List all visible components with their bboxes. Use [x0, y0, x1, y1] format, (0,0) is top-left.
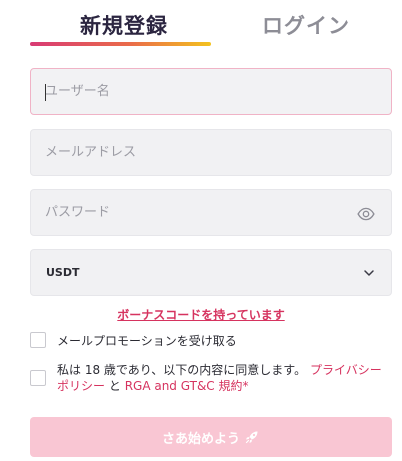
active-tab-indicator	[30, 42, 211, 46]
rocket-icon	[245, 431, 258, 444]
chevron-down-icon	[364, 270, 374, 276]
text-caret	[45, 84, 46, 101]
promo-checkbox[interactable]	[30, 332, 46, 348]
auth-tabs: 新規登録 ログイン	[0, 0, 402, 52]
currency-selected-value: USDT	[46, 266, 80, 279]
username-input[interactable]	[31, 69, 391, 114]
eye-icon[interactable]	[357, 205, 375, 223]
rga-terms-link[interactable]: RGA and GT&C 規約	[125, 379, 243, 393]
terms-prefix-text: 私は 18 歳であり、以下の内容に同意します。	[57, 363, 307, 377]
terms-label: 私は 18 歳であり、以下の内容に同意します。 プライバシーポリシー と RGA…	[57, 362, 392, 394]
promo-checkbox-label: メールプロモーションを受け取る	[57, 334, 237, 348]
terms-and-text: と	[108, 379, 121, 393]
email-field[interactable]	[30, 129, 392, 176]
username-field[interactable]	[30, 68, 392, 115]
password-field[interactable]	[30, 189, 392, 236]
currency-select[interactable]: USDT	[30, 249, 392, 296]
start-button-label: さあ始めよう	[161, 431, 240, 447]
tab-login[interactable]: ログイン	[262, 10, 350, 40]
email-input[interactable]	[31, 130, 391, 175]
password-input[interactable]	[31, 190, 391, 235]
start-button[interactable]: さあ始めよう	[30, 417, 392, 457]
bonus-code-link[interactable]: ボーナスコードを持っています	[0, 306, 402, 323]
required-star: *	[242, 379, 249, 393]
tab-register[interactable]: 新規登録	[80, 10, 168, 40]
terms-checkbox[interactable]	[30, 370, 46, 386]
